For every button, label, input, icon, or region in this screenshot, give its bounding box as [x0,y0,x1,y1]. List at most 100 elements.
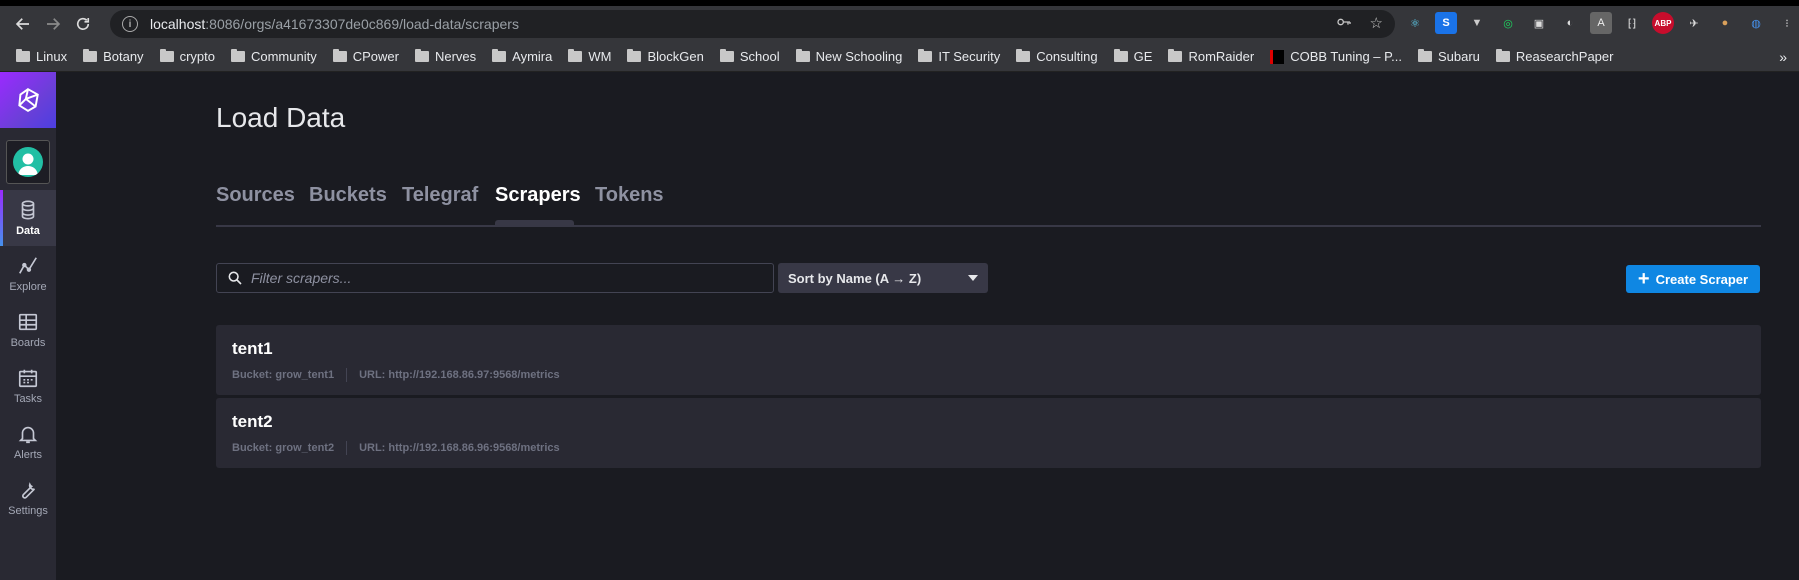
tab-sources[interactable]: Sources [216,184,295,207]
folder-icon [159,49,174,62]
scraper-url: URL: http://192.168.86.97:9568/metrics [359,369,560,381]
scraper-bucket: Bucket: grow_tent1 [232,369,335,381]
sort-dropdown[interactable]: Sort by Name (A → Z) [778,263,988,293]
bird-extension-icon[interactable]: ✈ [1683,12,1705,34]
cookie-extension-icon[interactable]: ● [1714,12,1736,34]
scraper-name[interactable]: tent2 [232,412,1745,432]
database-icon [21,200,35,220]
bookmark-romraider[interactable]: RomRaider [1160,45,1262,69]
folder-icon [568,49,583,62]
bookmark-it-security[interactable]: IT Security [910,45,1008,69]
create-scraper-button[interactable]: + Create Scraper [1626,265,1760,293]
scraper-url: URL: http://192.168.86.96:9568/metrics [359,442,560,454]
folder-icon [230,49,245,62]
folder-icon [16,49,30,62]
bookmark-crypto[interactable]: crypto [152,45,223,69]
main-content: Load Data Sources Buckets Telegraf Scrap… [56,72,1799,580]
vue-devtools-icon[interactable]: ▼ [1466,12,1488,34]
sidebar-item-label: Boards [10,337,46,349]
a-extension-icon[interactable]: A [1590,12,1612,34]
sidebar-item-label: Tasks [13,393,43,405]
folder-icon [1495,49,1510,62]
calendar-icon [18,369,38,388]
bookmark-linux[interactable]: Linux [8,45,75,69]
bookmark-cpower[interactable]: CPower [325,45,407,69]
circle-extension-icon[interactable]: ◐ [1559,12,1581,34]
bookmark-blockgen[interactable]: BlockGen [619,45,711,69]
influxdb-app: Data Explore Boards Tasks Alerts Setting… [0,72,1799,580]
active-tab-indicator [495,220,574,225]
target-extension-icon[interactable]: ◎ [1497,12,1519,34]
dashboard-grid-icon [18,313,38,331]
plus-icon: + [1637,268,1650,290]
tab-buckets[interactable]: Buckets [309,184,387,207]
sidebar-item-alerts[interactable]: Alerts [0,414,56,470]
meta-divider [346,368,348,382]
bookmark-reasearchpaper[interactable]: ReasearchPaper [1488,45,1622,69]
address-bar[interactable]: i localhost:8086/orgs/a41673307de0c869/l… [110,10,1395,38]
meta-divider [346,441,348,455]
sidebar-item-data[interactable]: Data [0,190,56,246]
scraper-card[interactable]: tent2 Bucket: grow_tent2 URL: http://192… [216,398,1761,468]
browser-toolbar: i localhost:8086/orgs/a41673307de0c869/l… [0,6,1799,42]
folder-icon [1113,49,1128,62]
avatar [13,147,43,177]
wrench-icon [22,482,36,499]
cobb-favicon [1270,49,1285,64]
search-field[interactable] [216,263,774,293]
user-avatar-button[interactable] [6,140,50,184]
bracket-extension-icon[interactable]: ⁅⁆ [1621,12,1643,34]
search-input[interactable] [251,270,751,286]
scraper-bucket: Bucket: grow_tent2 [232,442,335,454]
scraper-name[interactable]: tent1 [232,339,1745,359]
folder-icon [918,49,933,62]
bookmark-subaru[interactable]: Subaru [1410,45,1488,69]
scraper-card[interactable]: tent1 Bucket: grow_tent1 URL: http://192… [216,325,1761,395]
sidebar-item-label: Data [16,225,40,237]
folder-icon [795,49,810,62]
sidebar-item-tasks[interactable]: Tasks [0,358,56,414]
tab-tokens[interactable]: Tokens [595,184,664,207]
bookmark-aymira[interactable]: Aymira [484,45,560,69]
react-devtools-icon[interactable]: ⚛ [1404,12,1426,34]
puzzle-extension-icon[interactable]: ▣ [1528,12,1550,34]
info-icon[interactable]: i [122,16,138,32]
bookmark-ge[interactable]: GE [1106,45,1161,69]
sidebar-item-label: Alerts [13,449,43,461]
bookmark-nerves[interactable]: Nerves [407,45,484,69]
forward-arrow-icon[interactable] [38,9,68,39]
sort-dropdown-label: Sort by Name (A → Z) [788,270,922,286]
bookmark-wm[interactable]: WM [560,45,619,69]
bookmarks-overflow-button[interactable]: » [1779,49,1799,65]
s-extension-icon[interactable]: S [1435,12,1457,34]
url-text: localhost:8086/orgs/a41673307de0c869/loa… [150,16,519,32]
bookmark-community[interactable]: Community [223,45,325,69]
bookmark-new-schooling[interactable]: New Schooling [788,45,911,69]
adblock-plus-icon[interactable]: ABP [1652,12,1674,34]
menu-dots-icon[interactable]: ⁝ [1776,12,1798,34]
caret-down-icon [968,275,978,281]
create-scraper-label: Create Scraper [1655,271,1749,287]
influxdb-logo[interactable] [0,72,56,128]
sidebar-item-settings[interactable]: Settings [0,470,56,526]
profile-extension-icon[interactable]: ◍ [1745,12,1767,34]
sidebar-item-boards[interactable]: Boards [0,302,56,358]
bookmark-school[interactable]: School [712,45,788,69]
folder-icon [627,49,642,62]
search-icon [228,271,242,285]
sidebar-item-explore[interactable]: Explore [0,246,56,302]
key-icon[interactable] [1336,14,1352,34]
sidebar-item-label: Settings [8,505,48,517]
load-data-tabs: Sources Buckets Telegraf Scrapers Tokens [216,184,1761,227]
back-arrow-icon[interactable] [8,9,38,39]
star-icon[interactable]: ☆ [1370,14,1383,34]
reload-icon[interactable] [68,9,98,39]
folder-icon [332,49,347,62]
graph-icon [19,257,37,274]
tab-scrapers[interactable]: Scrapers [495,184,581,207]
bookmark-botany[interactable]: Botany [75,45,151,69]
folder-icon [1417,49,1432,62]
tab-telegraf[interactable]: Telegraf [402,184,478,207]
bookmark-cobb-tuning[interactable]: COBB Tuning – P... [1262,45,1410,69]
bookmark-consulting[interactable]: Consulting [1008,45,1105,69]
